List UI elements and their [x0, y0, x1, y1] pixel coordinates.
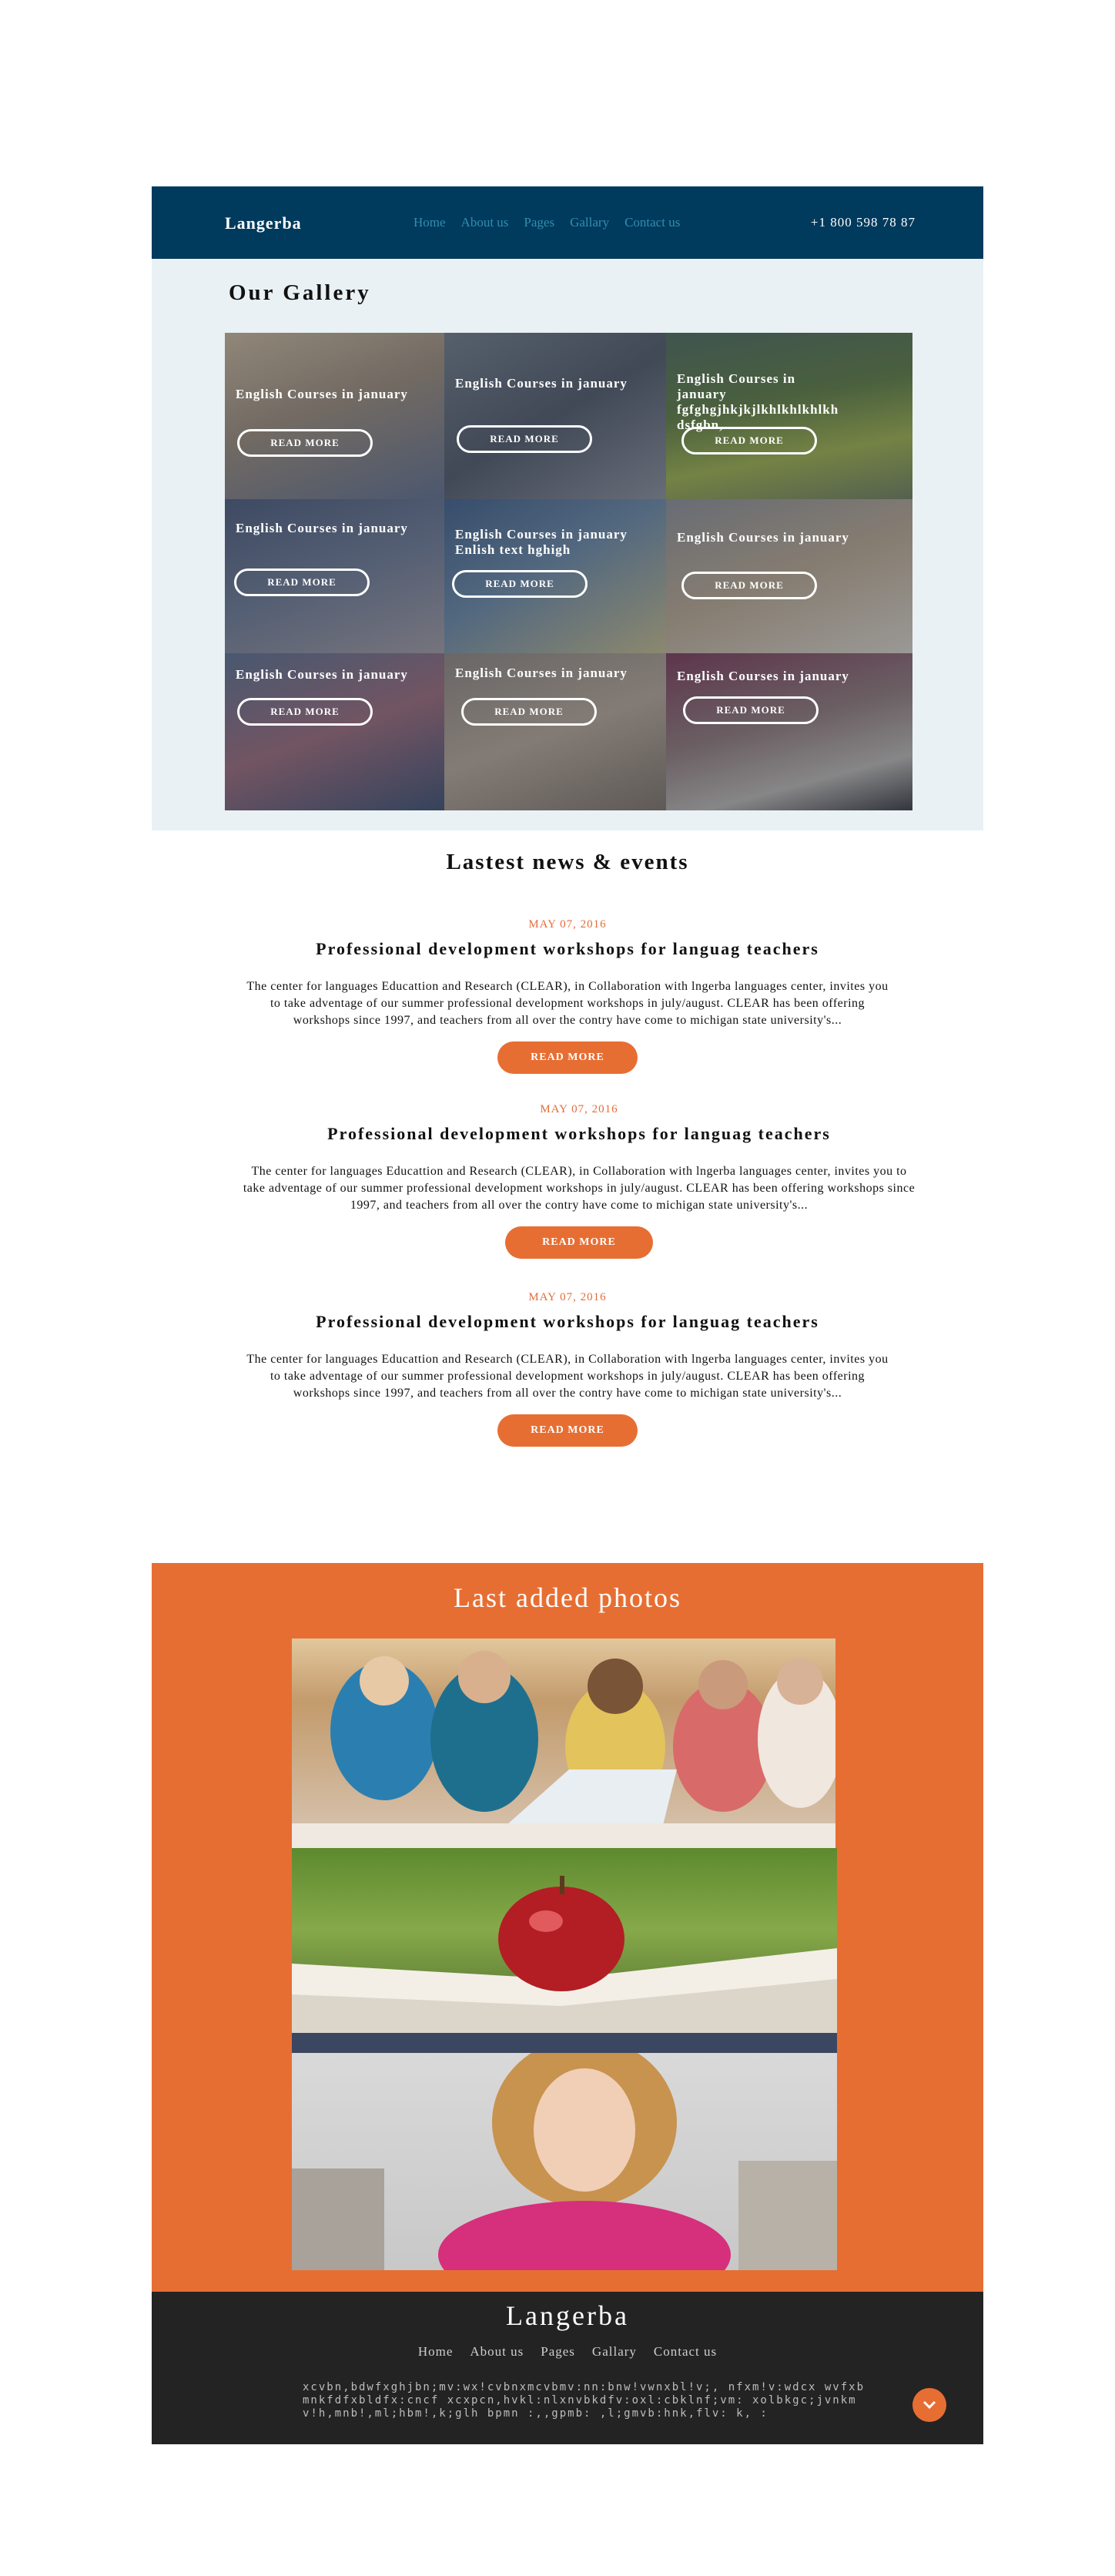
- footer-text: xcvbn,bdwfxghjbn;mv:wx!cvbnxmcvbmv:nn:bn…: [303, 2381, 866, 2420]
- news-headline[interactable]: Professional development workshops for l…: [175, 1124, 983, 1144]
- news-headline[interactable]: Professional development workshops for l…: [152, 1312, 983, 1332]
- card-title: English Courses in january: [236, 387, 408, 401]
- news-date: MAY 07, 2016: [540, 1103, 618, 1115]
- photo-book-apple[interactable]: [292, 1848, 837, 2053]
- read-more-button[interactable]: READ MORE: [683, 696, 819, 724]
- read-more-button[interactable]: READ MORE: [457, 425, 592, 453]
- news-item: MAY 07, 2016 Professional development wo…: [152, 1103, 983, 1259]
- read-more-button[interactable]: READ MORE: [497, 1041, 638, 1074]
- card-overlay: [225, 333, 444, 499]
- card-overlay: [444, 333, 666, 499]
- card-title: English Courses in january: [455, 376, 628, 391]
- news-excerpt: The center for languages Educattion and …: [243, 1165, 916, 1212]
- gallery-card: English Courses in january READ MORE: [225, 653, 444, 810]
- read-more-button[interactable]: READ MORE: [461, 698, 597, 726]
- girl-books-illustration: [292, 2053, 837, 2270]
- footer-nav-gallery[interactable]: Gallary: [592, 2344, 637, 2360]
- read-more-button[interactable]: READ MORE: [234, 569, 370, 596]
- gallery-title: Our Gallery: [229, 280, 371, 305]
- read-more-button[interactable]: READ MORE: [497, 1414, 638, 1447]
- photos-title: Last added photos: [454, 1582, 681, 1613]
- gallery-card: English Courses in january READ MORE: [444, 653, 666, 810]
- brand-logo[interactable]: Langerba: [225, 213, 302, 233]
- card-title: English Courses in january: [236, 667, 408, 682]
- news-item: MAY 07, 2016 Professional development wo…: [152, 1291, 983, 1447]
- nav-pages[interactable]: Pages: [524, 215, 554, 230]
- nav-gallery[interactable]: Gallary: [570, 215, 609, 230]
- photos-section: Last added photos: [152, 1563, 983, 2292]
- read-more-button[interactable]: READ MORE: [452, 570, 588, 598]
- gallery-section: Our Gallery English Courses in january R…: [152, 259, 983, 830]
- read-more-button[interactable]: READ MORE: [237, 429, 373, 457]
- scroll-top-button[interactable]: [912, 2388, 946, 2422]
- students-illustration: [292, 1651, 835, 1848]
- news-title: Lastest news & events: [446, 850, 689, 874]
- card-title: English Courses in january: [236, 521, 408, 535]
- news-excerpt: The center for languages Educattion and …: [246, 980, 889, 1027]
- nav-about[interactable]: About us: [461, 215, 509, 230]
- book-apple-illustration: [292, 1876, 837, 2053]
- footer-nav-contact[interactable]: Contact us: [654, 2344, 717, 2360]
- site-footer: Langerba Home About us Pages Gallary Con…: [152, 2292, 983, 2444]
- main-nav: Home About us Pages Gallary Contact us: [414, 215, 680, 230]
- gallery-card: English Courses in january READ MORE: [444, 333, 666, 499]
- read-more-button[interactable]: READ MORE: [681, 572, 817, 599]
- card-title: English Courses in january fgfghgjhkjkjl…: [677, 371, 839, 432]
- nav-contact[interactable]: Contact us: [624, 215, 680, 230]
- footer-nav-pages[interactable]: Pages: [541, 2344, 575, 2360]
- news-item: MAY 07, 2016 Professional development wo…: [152, 918, 983, 1074]
- news-date: MAY 07, 2016: [528, 918, 607, 931]
- gallery-card: English Courses in january READ MORE: [225, 499, 444, 653]
- gallery-card: English Courses in january READ MORE: [225, 333, 444, 499]
- footer-brand[interactable]: Langerba: [152, 2299, 983, 2332]
- gallery-card: English Courses in january READ MORE: [666, 653, 912, 810]
- page: Langerba Home About us Pages Gallary Con…: [152, 186, 983, 2444]
- gallery-grid: English Courses in january READ MORE Eng…: [225, 333, 912, 810]
- gallery-card: English Courses in january READ MORE: [666, 499, 912, 653]
- card-title: English Courses in january: [677, 530, 849, 545]
- news-excerpt: The center for languages Educattion and …: [246, 1353, 889, 1400]
- card-title: English Courses in january: [455, 666, 628, 680]
- gallery-card: English Courses in january Enlish text h…: [444, 499, 666, 653]
- photo-girl-books[interactable]: [292, 2053, 837, 2270]
- phone-number[interactable]: +1 800 598 78 87: [811, 215, 916, 230]
- card-title: English Courses in january Enlish text h…: [455, 527, 628, 557]
- read-more-button[interactable]: READ MORE: [237, 698, 373, 726]
- read-more-button[interactable]: READ MORE: [505, 1226, 653, 1259]
- footer-nav-home[interactable]: Home: [418, 2344, 454, 2360]
- footer-nav: Home About us Pages Gallary Contact us: [152, 2344, 983, 2360]
- read-more-button[interactable]: READ MORE: [681, 427, 817, 454]
- footer-nav-about[interactable]: About us: [470, 2344, 524, 2360]
- site-header: Langerba Home About us Pages Gallary Con…: [152, 186, 983, 259]
- nav-home[interactable]: Home: [414, 215, 446, 230]
- chevron-down-icon: [922, 2400, 936, 2410]
- card-title: English Courses in january: [677, 669, 849, 683]
- gallery-card: English Courses in january fgfghgjhkjkjl…: [666, 333, 912, 499]
- photo-students-laptop[interactable]: [292, 1639, 835, 1848]
- news-headline[interactable]: Professional development workshops for l…: [152, 939, 983, 959]
- news-date: MAY 07, 2016: [528, 1291, 607, 1303]
